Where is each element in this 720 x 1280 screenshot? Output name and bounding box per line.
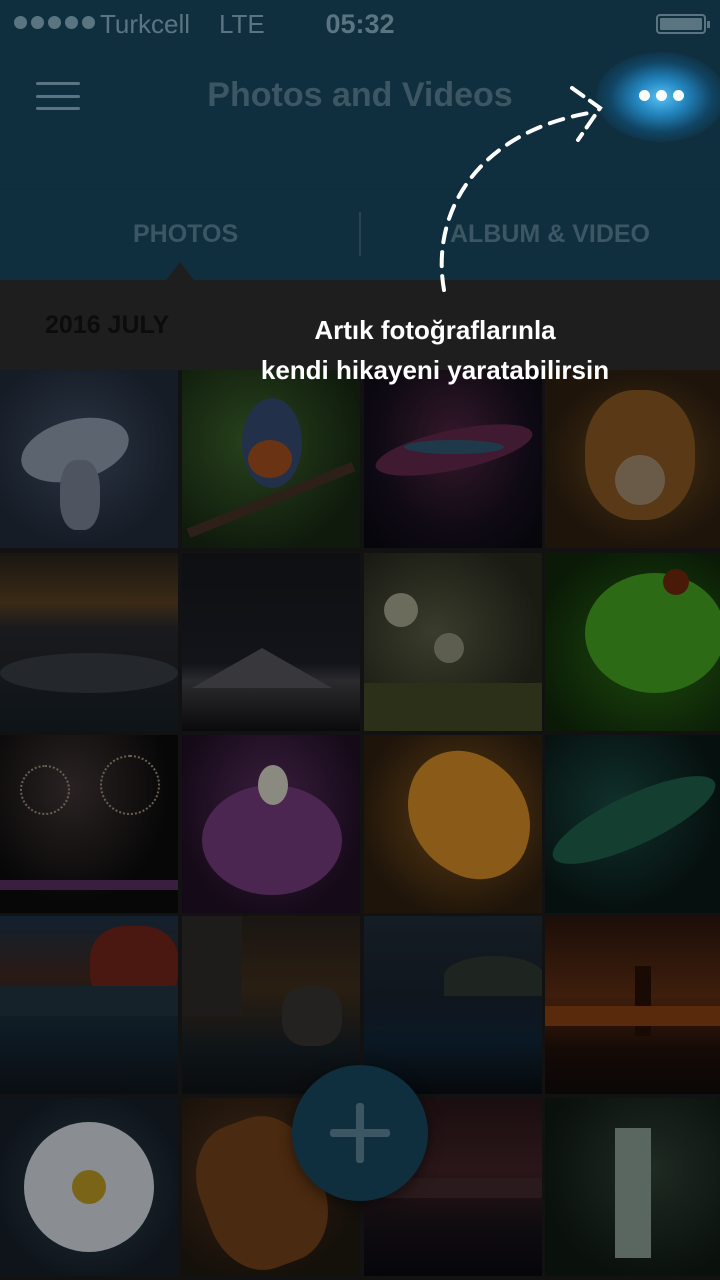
coach-mark-text: Artık fotoğraflarınla kendi hikayeni yar… <box>200 310 670 390</box>
photo-thumbnail[interactable] <box>0 553 178 731</box>
section-date: 2016 JULY <box>45 311 170 339</box>
photo-thumbnail[interactable] <box>545 370 720 548</box>
photo-thumbnail[interactable] <box>182 553 360 731</box>
status-time: 05:32 <box>325 9 395 39</box>
tab-divider <box>359 212 361 256</box>
more-options-button[interactable] <box>636 84 686 106</box>
coach-mark-line-2: kendi hikayeni yaratabilirsin <box>260 355 610 385</box>
battery-icon <box>656 14 710 34</box>
coach-mark-line-1: Artık fotoğraflarınla <box>314 315 556 345</box>
photo-thumbnail[interactable] <box>545 553 720 731</box>
photo-thumbnail[interactable] <box>0 1098 178 1276</box>
photo-thumbnail[interactable] <box>182 916 360 1094</box>
photo-thumbnail[interactable] <box>545 1098 720 1276</box>
photo-thumbnail[interactable] <box>182 370 360 548</box>
photo-thumbnail[interactable] <box>0 916 178 1094</box>
photo-thumbnail[interactable] <box>364 370 542 548</box>
photo-thumbnail[interactable] <box>0 370 178 548</box>
photo-thumbnail[interactable] <box>364 735 542 913</box>
photo-thumbnail[interactable] <box>364 916 542 1094</box>
photo-thumbnail[interactable] <box>545 916 720 1094</box>
add-button[interactable] <box>292 1065 428 1201</box>
photo-thumbnail[interactable] <box>0 735 178 913</box>
active-tab-indicator <box>166 262 194 280</box>
tab-photos[interactable]: PHOTOS <box>133 220 238 249</box>
photo-thumbnail[interactable] <box>364 553 542 731</box>
dashed-arrow-icon <box>439 86 603 292</box>
photo-thumbnail[interactable] <box>545 735 720 913</box>
status-bar: Turkcell LTE 05:32 <box>0 0 720 48</box>
photo-thumbnail[interactable] <box>182 735 360 913</box>
